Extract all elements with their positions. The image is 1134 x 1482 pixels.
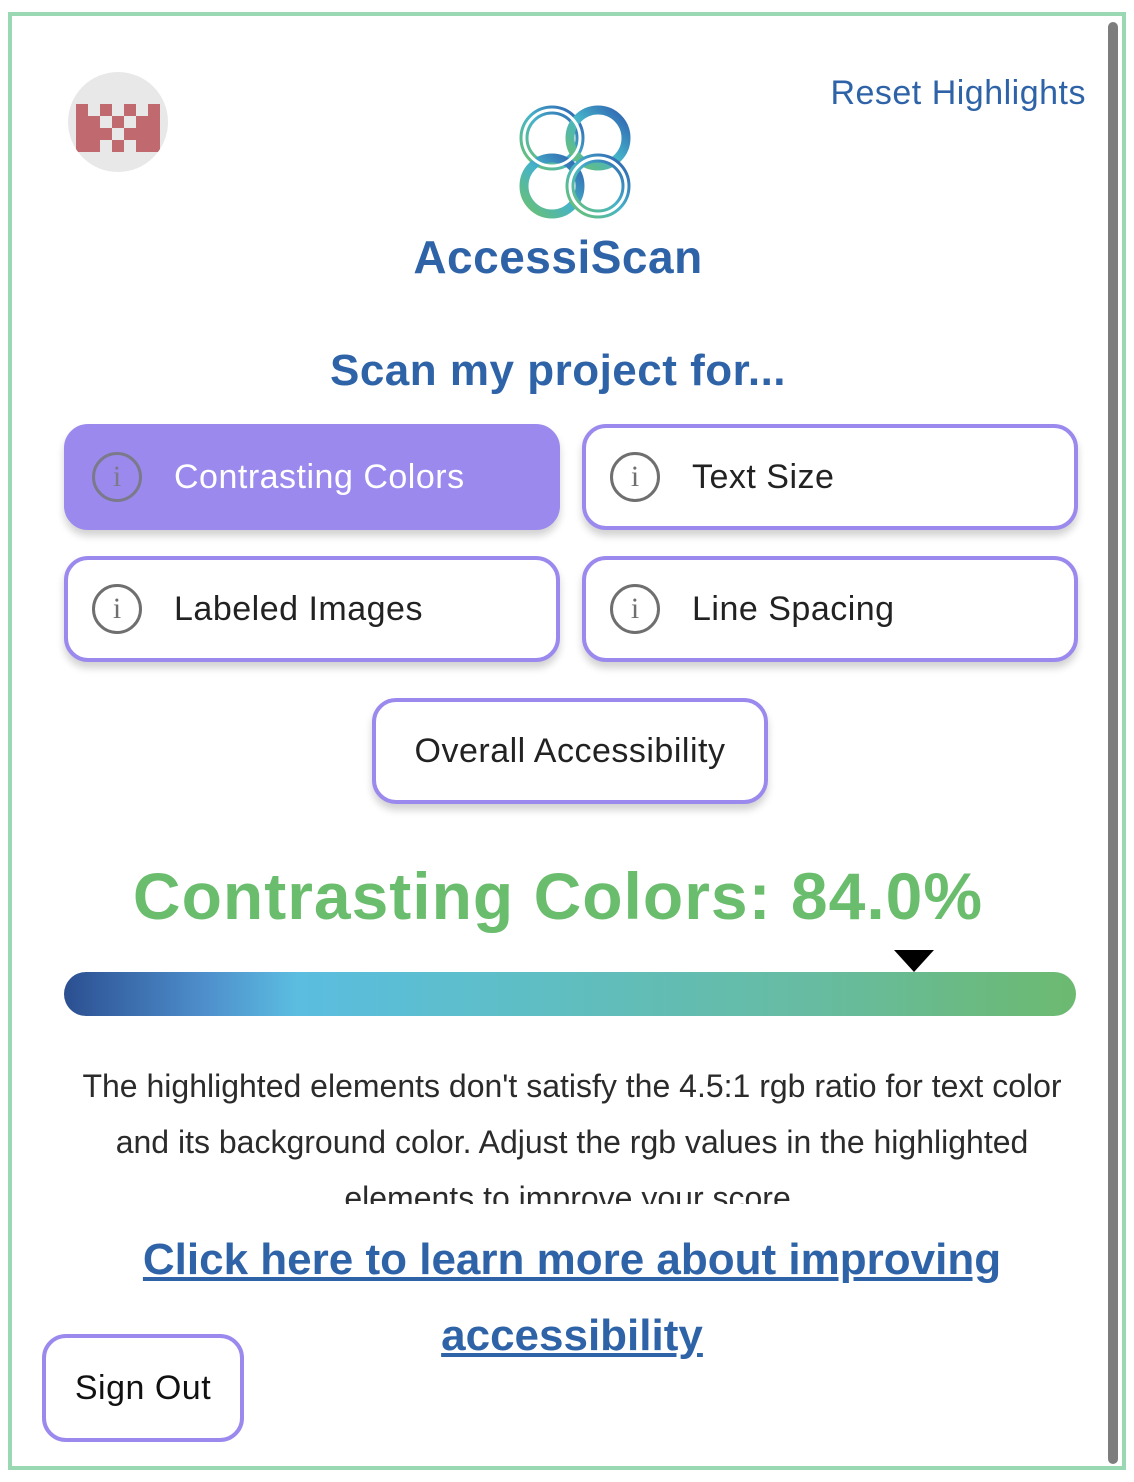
option-label: Labeled Images: [174, 589, 423, 628]
result-description: The highlighted elements don't satisfy t…: [82, 1068, 1062, 1204]
info-icon[interactable]: i: [610, 452, 660, 502]
score-marker-icon: [894, 950, 935, 972]
pixel-avatar-icon[interactable]: [68, 72, 168, 172]
option-label: Text Size: [692, 457, 835, 496]
info-icon[interactable]: i: [610, 584, 660, 634]
accessiscan-logo-icon: [510, 98, 640, 226]
sign-out-button[interactable]: Sign Out: [42, 1334, 244, 1442]
scrollbar[interactable]: [1104, 16, 1122, 1466]
option-label: Contrasting Colors: [174, 457, 465, 496]
reset-highlights-link[interactable]: Reset Highlights: [830, 74, 1086, 113]
scan-title: Scan my project for...: [329, 346, 787, 395]
info-icon[interactable]: i: [92, 452, 142, 502]
option-line-spacing[interactable]: i Line Spacing: [582, 556, 1078, 662]
overall-accessibility-button[interactable]: Overall Accessibility: [372, 698, 768, 804]
option-labeled-images[interactable]: i Labeled Images: [64, 556, 560, 662]
score-heading: Contrasting Colors: 84.0%: [132, 859, 984, 933]
info-icon[interactable]: i: [92, 584, 142, 634]
score-gradient-bar: [64, 972, 1076, 1016]
scrollbar-thumb[interactable]: [1108, 22, 1118, 1464]
brand-name: AccessiScan: [413, 231, 703, 283]
option-text-size[interactable]: i Text Size: [582, 424, 1078, 530]
option-contrasting-colors[interactable]: i Contrasting Colors: [64, 424, 560, 530]
extension-panel: Reset Highlights AccessiScan Scan my pro…: [8, 12, 1126, 1470]
option-label: Line Spacing: [692, 589, 895, 628]
